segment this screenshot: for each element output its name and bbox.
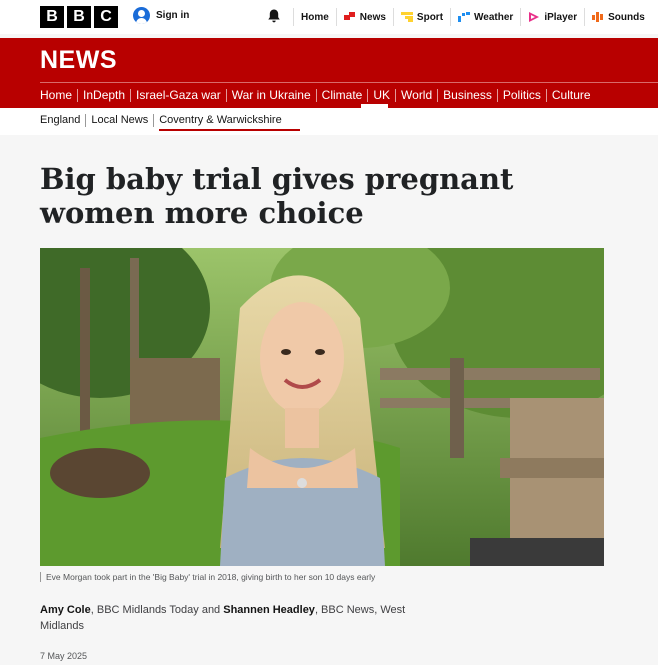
sub-nav-active-indicator (159, 129, 300, 131)
article-photo (40, 248, 604, 566)
top-nav-home[interactable]: Home (293, 8, 336, 26)
logo-letter: C (94, 6, 118, 28)
sounds-icon (592, 12, 604, 22)
signin-link[interactable]: Sign in (133, 7, 189, 24)
logo-letter: B (40, 6, 64, 28)
photo-illustration (40, 248, 604, 566)
section-nav-item[interactable]: War in Ukraine (225, 88, 316, 102)
article-headline: Big baby trial gives pregnant women more… (40, 162, 514, 230)
signin-label: Sign in (156, 10, 190, 21)
section-nav-item[interactable]: InDepth (77, 88, 130, 102)
publish-date: 7 May 2025 (40, 651, 88, 661)
section-title[interactable]: NEWS (40, 46, 117, 75)
notification-bell-icon[interactable] (266, 8, 282, 24)
sub-nav-item[interactable]: England (40, 114, 85, 127)
section-nav-item[interactable]: Home (40, 88, 77, 102)
top-nav-weather[interactable]: Weather (450, 8, 520, 26)
section-nav-item[interactable]: Israel-Gaza war (130, 88, 226, 102)
section-nav-item[interactable]: Business (437, 88, 497, 102)
sport-icon (400, 12, 413, 22)
weather-icon (458, 12, 471, 22)
iplayer-icon (529, 12, 540, 22)
byline: Amy Cole, BBC Midlands Today and Shannen… (40, 602, 440, 634)
top-nav-label: Sounds (608, 11, 645, 23)
logo-letter: B (67, 6, 91, 28)
section-nav: Home InDepth Israel-Gaza war War in Ukra… (40, 82, 596, 108)
photo-caption: Eve Morgan took part in the 'Big Baby' t… (40, 572, 375, 582)
section-nav-item-active[interactable]: UK (367, 88, 395, 102)
top-nav-label: Weather (474, 11, 514, 23)
top-nav-label: News (359, 11, 386, 23)
section-nav-item[interactable]: Politics (496, 88, 546, 102)
sub-nav-item-active[interactable]: Coventry & Warwickshire (153, 114, 286, 127)
top-nav-sport[interactable]: Sport (392, 8, 450, 26)
sub-nav-item[interactable]: Local News (85, 114, 153, 127)
bbc-logo[interactable]: B B C (40, 6, 118, 28)
section-nav-item[interactable]: Culture (545, 88, 596, 102)
author-affiliation: , BBC Midlands Today and (90, 604, 224, 616)
sub-nav: England Local News Coventry & Warwickshi… (40, 114, 287, 127)
top-nav-label: Sport (416, 11, 444, 23)
section-nav-item[interactable]: World (395, 88, 437, 102)
section-nav-item[interactable]: Climate (315, 88, 368, 102)
masthead: B B C Sign in Home News Sport Weather iP… (0, 0, 658, 34)
top-nav-news[interactable]: News (335, 8, 393, 26)
top-nav-sounds[interactable]: Sounds (584, 8, 652, 26)
news-icon (343, 12, 355, 20)
top-nav-label: iPlayer (544, 11, 578, 23)
top-nav-label: Home (301, 11, 329, 23)
author-name: Amy Cole (40, 604, 91, 616)
top-nav-iplayer[interactable]: iPlayer (520, 8, 584, 26)
account-icon (133, 7, 150, 24)
author-name: Shannen Headley (223, 604, 315, 616)
top-nav: Home News Sport Weather iPlayer Sounds (293, 0, 652, 34)
